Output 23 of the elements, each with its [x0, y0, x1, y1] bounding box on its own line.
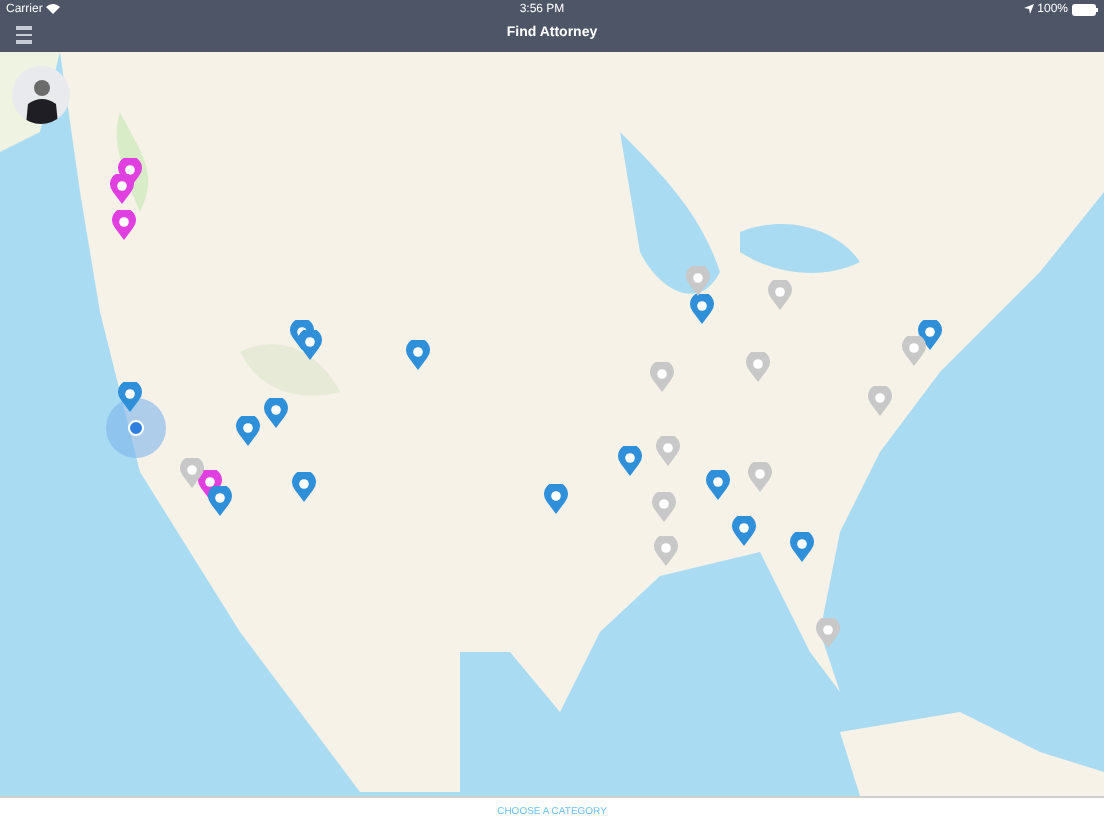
map-pin[interactable] — [686, 266, 710, 296]
map-pin[interactable] — [406, 340, 430, 370]
map-pin[interactable] — [118, 382, 142, 412]
map-pin[interactable] — [706, 470, 730, 500]
map-pin[interactable] — [236, 416, 260, 446]
map-pin[interactable] — [298, 330, 322, 360]
map-pin[interactable] — [264, 398, 288, 428]
map-pin[interactable] — [790, 532, 814, 562]
map-pin[interactable] — [902, 336, 926, 366]
map-pin[interactable] — [618, 446, 642, 476]
map-pin[interactable] — [732, 516, 756, 546]
map-pin[interactable] — [292, 472, 316, 502]
map-pin[interactable] — [112, 210, 136, 240]
map-pin[interactable] — [180, 458, 204, 488]
location-arrow-icon — [1023, 4, 1034, 14]
menu-button[interactable] — [16, 26, 32, 43]
map-pin[interactable] — [208, 486, 232, 516]
map-pin[interactable] — [690, 294, 714, 324]
person-silhouette-icon — [23, 76, 59, 124]
map-pin[interactable] — [544, 484, 568, 514]
wifi-icon — [46, 4, 61, 14]
battery-icon — [1072, 3, 1098, 15]
map-pin[interactable] — [110, 174, 134, 204]
